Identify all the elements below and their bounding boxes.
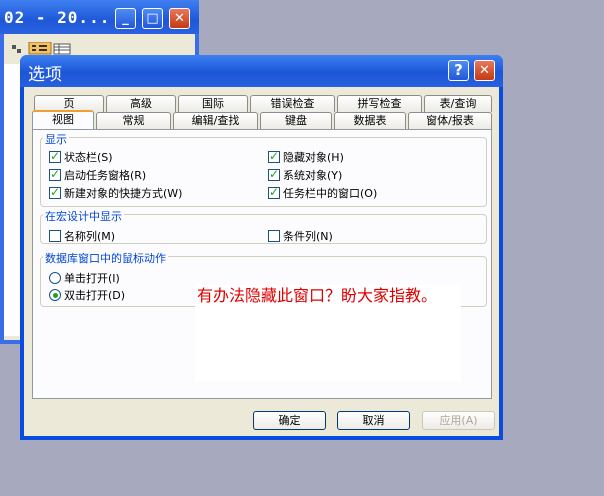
radio-button[interactable] <box>49 272 61 284</box>
checkbox-label: 名称列(M) <box>64 230 116 243</box>
checkbox-box[interactable] <box>49 185 61 199</box>
options-dialog: 选项 ? ✕ 页 高级 国际 错误检查 拼写检查 表/查询 视图 常规 编辑/查… <box>20 55 503 440</box>
tab-spelling[interactable]: 拼写检查 <box>337 95 422 112</box>
radio-label: 单击打开(I) <box>64 272 120 285</box>
checkbox-box[interactable] <box>49 149 61 163</box>
tab-datasheet[interactable]: 数据表 <box>334 112 406 129</box>
tab-view[interactable]: 视图 <box>32 110 94 129</box>
background-window-titlebar[interactable]: 02 - 20... _ □ ✕ <box>0 0 199 34</box>
checkbox-label: 系统对象(Y) <box>283 169 343 182</box>
names-column-checkbox[interactable]: 名称列(M) <box>49 228 115 244</box>
dialog-close-button[interactable]: ✕ <box>474 60 495 81</box>
tab-tables-queries[interactable]: 表/查询 <box>424 95 492 112</box>
tab-general[interactable]: 常规 <box>96 112 171 129</box>
display-group-label: 显示 <box>43 131 69 147</box>
close-button[interactable]: ✕ <box>169 8 190 29</box>
system-objects-checkbox[interactable]: 系统对象(Y) <box>268 167 342 183</box>
tab-advanced[interactable]: 高级 <box>106 95 176 112</box>
statusbar-checkbox[interactable]: 状态栏(S) <box>49 149 113 165</box>
radio-label: 双击打开(D) <box>64 289 126 302</box>
dialog-title: 选项 <box>28 65 62 85</box>
tab-error-checking[interactable]: 错误检查 <box>250 95 335 112</box>
background-window-title: 02 - 20... <box>4 8 111 27</box>
help-button[interactable]: ? <box>448 60 469 81</box>
windows-in-taskbar-checkbox[interactable]: 任务栏中的窗口(O) <box>268 185 377 201</box>
double-click-open-radio[interactable]: 双击打开(D) <box>49 287 125 303</box>
new-object-shortcuts-checkbox[interactable]: 新建对象的快捷方式(W) <box>49 185 182 201</box>
mouse-group-label: 数据库窗口中的鼠标动作 <box>43 250 168 266</box>
tab-keyboard[interactable]: 键盘 <box>260 112 332 129</box>
startup-taskpane-checkbox[interactable]: 启动任务窗格(R) <box>49 167 146 183</box>
ok-button[interactable]: 确定 <box>253 411 326 430</box>
hidden-objects-checkbox[interactable]: 隐藏对象(H) <box>268 149 344 165</box>
checkbox-label: 任务栏中的窗口(O) <box>283 187 378 200</box>
checkbox-box[interactable] <box>268 230 280 242</box>
apply-button[interactable]: 应用(A) <box>422 411 495 430</box>
checkbox-box[interactable] <box>49 167 61 181</box>
maximize-button[interactable]: □ <box>142 8 163 29</box>
annotation-box: 有办法隐藏此窗口？盼大家指教。 <box>195 285 461 382</box>
checkbox-label: 状态栏(S) <box>64 151 113 164</box>
checkbox-label: 隐藏对象(H) <box>283 151 344 164</box>
tab-edit-find[interactable]: 编辑/查找 <box>173 112 258 129</box>
checkbox-box[interactable] <box>49 230 61 242</box>
options-dialog-titlebar[interactable]: 选项 ? ✕ <box>20 55 503 87</box>
checkbox-box[interactable] <box>268 149 280 163</box>
minimize-button[interactable]: _ <box>115 8 136 29</box>
single-click-open-radio[interactable]: 单击打开(I) <box>49 270 120 286</box>
dialog-client: 页 高级 国际 错误检查 拼写检查 表/查询 视图 常规 编辑/查找 键盘 数据… <box>24 87 499 436</box>
macro-group-label: 在宏设计中显示 <box>43 208 124 224</box>
cancel-button[interactable]: 取消 <box>337 411 410 430</box>
checkbox-label: 条件列(N) <box>283 230 333 243</box>
tab-forms-reports[interactable]: 窗体/报表 <box>408 112 492 129</box>
view-icons[interactable] <box>12 41 82 56</box>
checkbox-label: 新建对象的快捷方式(W) <box>64 187 183 200</box>
checkbox-box[interactable] <box>268 185 280 199</box>
annotation-text: 有办法隐藏此窗口？盼大家指教。 <box>197 286 438 305</box>
conditions-column-checkbox[interactable]: 条件列(N) <box>268 228 333 244</box>
radio-button[interactable] <box>49 289 61 301</box>
checkbox-label: 启动任务窗格(R) <box>64 169 147 182</box>
tab-international[interactable]: 国际 <box>178 95 248 112</box>
checkbox-box[interactable] <box>268 167 280 181</box>
